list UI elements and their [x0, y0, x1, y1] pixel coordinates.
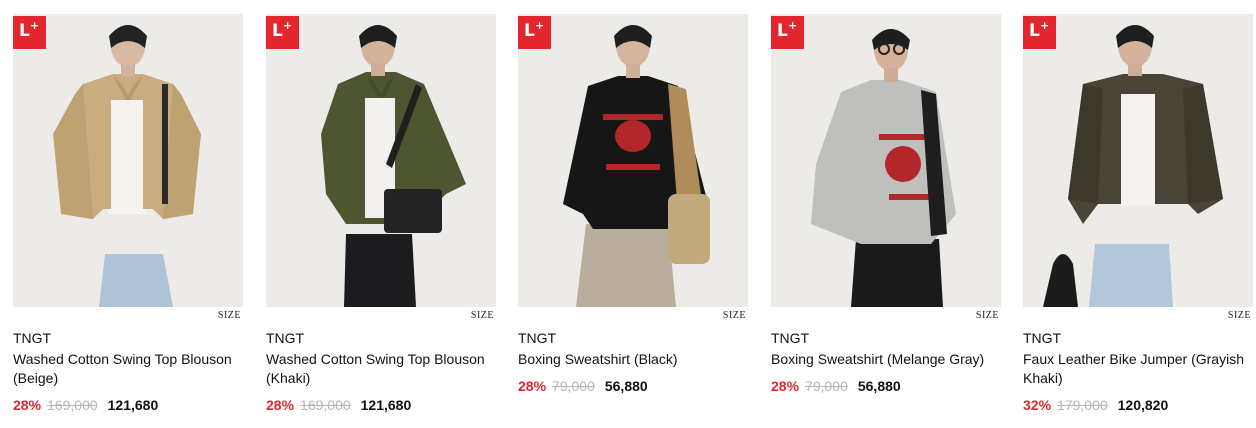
- sale-price: 121,680: [360, 397, 412, 413]
- product-name[interactable]: Boxing Sweatshirt (Melange Gray): [771, 350, 1003, 369]
- badge-letter: L: [1029, 21, 1040, 41]
- sale-price: 120,820: [1117, 397, 1169, 413]
- original-price: 79,000: [805, 378, 848, 394]
- lplus-badge-icon: L +: [1023, 16, 1056, 49]
- model-photo-khaki-blouson: [266, 14, 496, 307]
- sale-price: 56,880: [857, 378, 901, 394]
- badge-letter: L: [19, 21, 30, 41]
- product-image[interactable]: L +: [1023, 14, 1253, 307]
- price-row: 28% 79,000 56,880: [771, 378, 901, 394]
- discount-rate: 28%: [266, 397, 295, 413]
- size-button[interactable]: SIZE: [723, 310, 746, 321]
- price-row: 28% 169,000 121,680: [266, 397, 411, 413]
- original-price: 179,000: [1057, 397, 1108, 413]
- original-price: 79,000: [552, 378, 595, 394]
- badge-letter: L: [272, 21, 283, 41]
- discount-rate: 28%: [13, 397, 42, 413]
- model-photo-leather-jumper: [1023, 14, 1253, 307]
- badge-plus: +: [535, 19, 545, 32]
- discount-rate: 28%: [771, 378, 800, 394]
- size-button[interactable]: SIZE: [1228, 310, 1251, 321]
- model-photo-beige-blouson: [13, 14, 243, 307]
- product-name[interactable]: Faux Leather Bike Jumper (Grayish Khaki): [1023, 350, 1255, 388]
- price-row: 28% 169,000 121,680: [13, 397, 158, 413]
- original-price: 169,000: [300, 397, 351, 413]
- badge-letter: L: [524, 21, 535, 41]
- product-image[interactable]: L +: [266, 14, 496, 307]
- size-button[interactable]: SIZE: [976, 310, 999, 321]
- product-brand[interactable]: TNGT: [518, 330, 556, 346]
- sale-price: 121,680: [107, 397, 159, 413]
- size-button[interactable]: SIZE: [471, 310, 494, 321]
- badge-plus: +: [1040, 19, 1050, 32]
- badge-letter: L: [777, 21, 788, 41]
- product-grid: L + SIZE TNGT Washed Cotton Swing Top Bl…: [0, 0, 1256, 428]
- product-brand[interactable]: TNGT: [771, 330, 809, 346]
- product-image[interactable]: L +: [771, 14, 1001, 307]
- product-brand[interactable]: TNGT: [1023, 330, 1061, 346]
- lplus-badge-icon: L +: [266, 16, 299, 49]
- product-brand[interactable]: TNGT: [266, 330, 304, 346]
- product-name[interactable]: Washed Cotton Swing Top Blouson (Beige): [13, 350, 245, 388]
- product-image[interactable]: L +: [518, 14, 748, 307]
- lplus-badge-icon: L +: [518, 16, 551, 49]
- badge-plus: +: [788, 19, 798, 32]
- original-price: 169,000: [47, 397, 98, 413]
- sale-price: 56,880: [604, 378, 648, 394]
- product-name[interactable]: Washed Cotton Swing Top Blouson (Khaki): [266, 350, 498, 388]
- product-name[interactable]: Boxing Sweatshirt (Black): [518, 350, 750, 369]
- price-row: 32% 179,000 120,820: [1023, 397, 1168, 413]
- model-photo-gray-sweatshirt: [771, 14, 1001, 307]
- price-row: 28% 79,000 56,880: [518, 378, 648, 394]
- badge-plus: +: [283, 19, 293, 32]
- badge-plus: +: [30, 19, 40, 32]
- lplus-badge-icon: L +: [13, 16, 46, 49]
- discount-rate: 32%: [1023, 397, 1052, 413]
- size-button[interactable]: SIZE: [218, 310, 241, 321]
- product-image[interactable]: L +: [13, 14, 243, 307]
- product-brand[interactable]: TNGT: [13, 330, 51, 346]
- model-photo-black-sweatshirt: [518, 14, 748, 307]
- discount-rate: 28%: [518, 378, 547, 394]
- lplus-badge-icon: L +: [771, 16, 804, 49]
